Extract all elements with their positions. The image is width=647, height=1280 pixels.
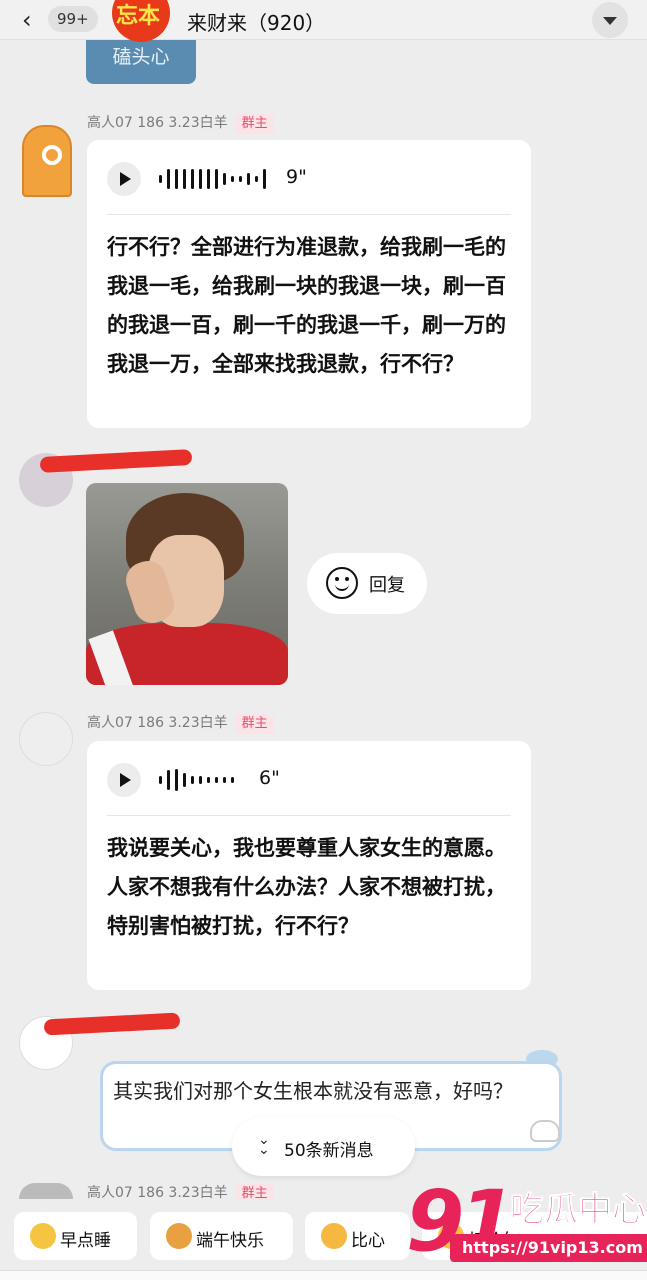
sender-name: 高人07 186 3.23白羊 群主 <box>87 712 274 734</box>
voice-message-bubble[interactable]: 6" 我说要关心，我也要尊重人家女生的意愿。人家不想我有什么办法？人家不想被打扰… <box>87 741 531 990</box>
voice-duration: 9" <box>286 166 307 188</box>
moon-icon <box>30 1223 56 1249</box>
reply-label: 回复 <box>369 575 405 596</box>
avatar[interactable] <box>19 712 73 766</box>
divider <box>107 214 511 215</box>
voice-transcript: 行不行？全部进行为准退款，给我刷一毛的我退一毛，给我刷一块的我退一块，刷一百的我… <box>107 235 506 376</box>
avatar[interactable] <box>18 115 78 199</box>
dragon-icon <box>166 1223 192 1249</box>
watermark-url: https://91vip13.com <box>450 1234 647 1262</box>
avatar[interactable] <box>19 1183 73 1199</box>
door-icon <box>22 125 72 197</box>
unread-badge[interactable]: 99+ <box>48 6 98 32</box>
new-messages-button[interactable]: ⌄ ⌄ 50条新消息 <box>232 1117 415 1176</box>
voice-transcript: 我说要关心，我也要尊重人家女生的意愿。人家不想我有什么办法？人家不想被打扰，特别… <box>107 836 506 938</box>
redaction-mark <box>43 1012 181 1036</box>
play-icon[interactable] <box>107 763 141 797</box>
owner-tag: 群主 <box>235 714 274 734</box>
watermark-name: 吃瓜中心 <box>510 1190 647 1231</box>
waveform-icon <box>159 168 266 190</box>
play-icon[interactable] <box>107 162 141 196</box>
divider <box>107 815 511 816</box>
quick-reply-chip[interactable]: 端午快乐 <box>150 1212 293 1260</box>
photo-message[interactable] <box>86 483 288 685</box>
group-avatar-text: 忘本 <box>116 4 161 29</box>
heart-hands-icon <box>321 1223 347 1249</box>
quick-reply-chip[interactable]: 早点睡 <box>14 1212 137 1260</box>
back-icon[interactable]: ‹ <box>22 6 32 34</box>
voice-player[interactable]: 9" <box>107 160 511 196</box>
smile-icon <box>326 567 358 599</box>
dropdown-icon[interactable] <box>592 2 628 38</box>
message-text: 其实我们对那个女生根本就没有恶意，好吗？ <box>113 1079 513 1103</box>
group-avatar[interactable]: 忘本 <box>112 0 170 42</box>
voice-duration: 6" <box>259 767 280 789</box>
cat-icon <box>530 1120 560 1142</box>
group-title[interactable]: 来财来（920） <box>187 7 325 36</box>
chevron-down-icon: ⌄ ⌄ <box>258 1132 270 1158</box>
partial-button[interactable]: 磕头心 <box>86 40 196 84</box>
sender-name: 高人07 186 3.23白羊 群主 <box>87 1182 274 1200</box>
sender-name: 高人07 186 3.23白羊 群主 <box>87 112 274 134</box>
top-bar: ‹ 99+ 忘本 来财来（920） <box>0 0 647 42</box>
voice-message-bubble[interactable]: 9" 行不行？全部进行为准退款，给我刷一毛的我退一毛，给我刷一块的我退一块，刷一… <box>87 140 531 428</box>
quick-reply-chip[interactable]: 比心 <box>305 1212 410 1260</box>
reply-button[interactable]: 回复 <box>307 553 427 614</box>
watermark: 91 吃瓜中心 https://91vip13.com <box>406 1172 647 1280</box>
voice-player[interactable]: 6" <box>107 761 511 797</box>
new-messages-label: 50条新消息 <box>284 1141 374 1161</box>
waveform-icon <box>159 769 234 791</box>
owner-tag: 群主 <box>235 114 274 134</box>
redaction-mark <box>39 449 193 473</box>
owner-tag: 群主 <box>235 1184 274 1200</box>
